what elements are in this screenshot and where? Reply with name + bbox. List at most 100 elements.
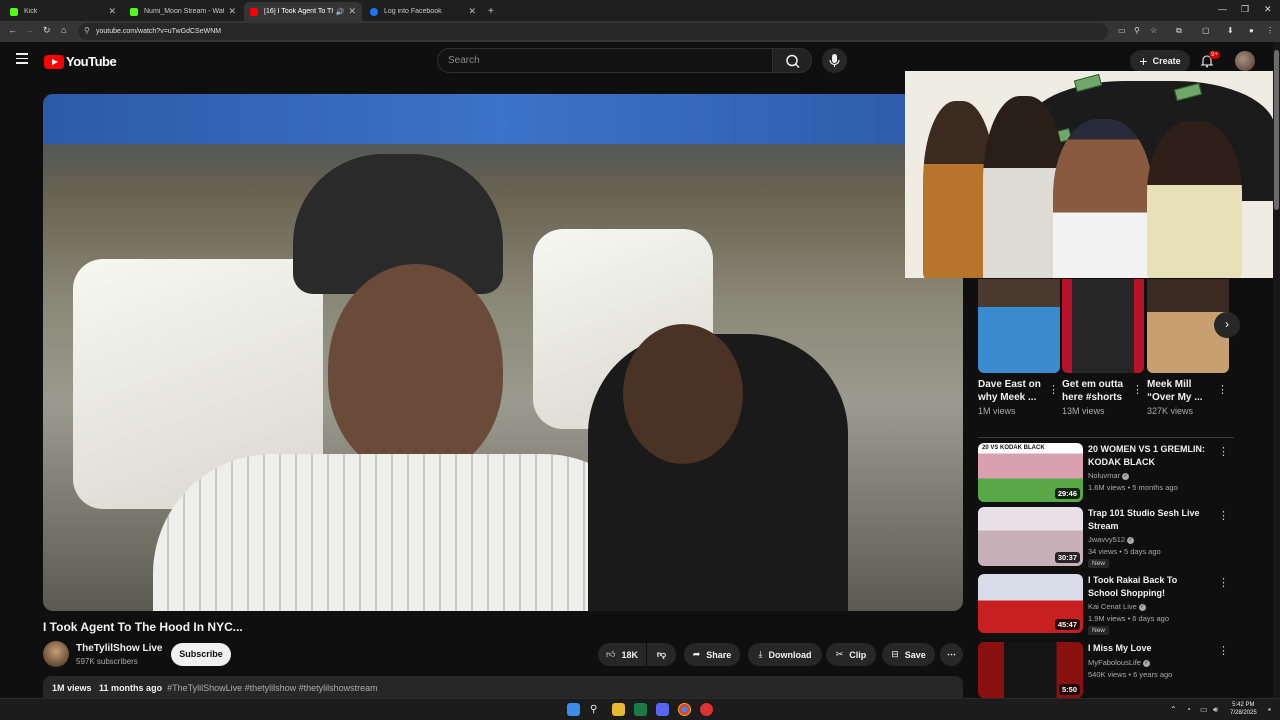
video-frame-ad-banner xyxy=(43,94,963,144)
short-thumbnail[interactable] xyxy=(1062,279,1144,373)
zoom-icon[interactable]: ⚲ xyxy=(1134,26,1140,35)
tray-app-icon[interactable]: ◔ xyxy=(1186,705,1191,714)
site-info-icon[interactable]: ⚲ xyxy=(84,26,90,35)
reload-icon[interactable]: ↻ xyxy=(43,25,51,36)
forward-icon[interactable]: → xyxy=(25,25,34,35)
more-vertical-icon[interactable]: ⋮ xyxy=(1218,509,1229,522)
youtube-logo[interactable]: YouTube xyxy=(44,54,117,69)
network-icon[interactable]: ▭ xyxy=(1200,705,1208,714)
speaker-icon[interactable]: 🔊 xyxy=(336,8,345,16)
file-explorer-icon[interactable] xyxy=(612,703,625,716)
search-button[interactable] xyxy=(772,48,812,73)
short-item[interactable]: Meek Mill “Over My ... 327K views ⋮ xyxy=(1147,279,1229,416)
chrome-icon[interactable] xyxy=(678,703,691,716)
share-button[interactable]: ➦ Share xyxy=(684,643,740,666)
home-icon[interactable]: ⌂ xyxy=(61,25,66,35)
related-video[interactable]: 5:50 I Miss My Love MyFabolousLife ✓ 540K… xyxy=(978,642,1234,698)
video-description[interactable]: 1M views 11 months ago #TheTylilShowLive… xyxy=(43,676,963,700)
more-vertical-icon[interactable]: ⋮ xyxy=(1217,383,1228,396)
extensions-icon[interactable]: ⧉ xyxy=(1176,26,1182,36)
download-button[interactable]: ⤓ Download xyxy=(748,643,822,666)
create-button[interactable]: + Create xyxy=(1130,50,1190,72)
sidebar-icon[interactable]: ▢ xyxy=(1202,26,1210,35)
related-video[interactable]: 45:47 I Took Rakai Back To School Shoppi… xyxy=(978,574,1234,635)
related-video[interactable]: 30:37 Trap 101 Studio Sesh Live Stream J… xyxy=(978,507,1234,568)
video-player[interactable] xyxy=(43,94,963,611)
related-channel[interactable]: Noluvmar ✓ xyxy=(1088,471,1130,480)
verified-check-icon: ✓ xyxy=(1122,472,1130,480)
hamburger-menu-icon[interactable] xyxy=(16,53,28,65)
discord-icon[interactable] xyxy=(656,703,669,716)
channel-avatar[interactable] xyxy=(43,641,69,667)
cast-icon[interactable]: ▭ xyxy=(1118,26,1126,35)
more-vertical-icon[interactable]: ⋮ xyxy=(1048,383,1059,396)
more-vertical-icon[interactable]: ⋮ xyxy=(1218,445,1229,458)
shorts-next-button[interactable]: › xyxy=(1214,312,1240,338)
more-vertical-icon[interactable]: ⋮ xyxy=(1132,383,1143,396)
notification-center-icon[interactable]: ▪ xyxy=(1268,705,1271,714)
facebook-favicon-icon xyxy=(370,7,378,16)
obs-app-icon[interactable] xyxy=(700,703,713,716)
url-text: youtube.com/watch?v=uTwGdCSeWNM xyxy=(96,28,222,35)
dislike-button[interactable]: 👎︎ xyxy=(647,643,676,666)
windows-start-icon[interactable] xyxy=(567,703,580,716)
related-channel[interactable]: Kai Cenat Live ✓ xyxy=(1088,602,1146,611)
short-thumbnail[interactable] xyxy=(978,279,1060,373)
related-thumbnail[interactable]: 30:37 xyxy=(978,507,1083,566)
save-button[interactable]: ⊟ Save xyxy=(882,643,935,666)
close-tab-icon[interactable]: ✕ xyxy=(108,6,116,17)
painted-figure xyxy=(1147,121,1242,278)
view-count: 1M views xyxy=(52,683,92,693)
close-tab-icon[interactable]: ✕ xyxy=(348,6,356,17)
new-tab-button[interactable]: + xyxy=(482,2,496,21)
short-item[interactable]: Dave East on why Meek ... 1M views ⋮ xyxy=(978,279,1060,416)
more-actions-button[interactable]: ⋯ xyxy=(940,643,963,666)
verified-check-icon: ✓ xyxy=(1142,659,1150,667)
maximize-icon[interactable]: ❐ xyxy=(1241,4,1249,15)
browser-menu-icon[interactable]: ⋮ xyxy=(1266,26,1274,35)
close-window-icon[interactable]: ✕ xyxy=(1264,4,1272,15)
related-channel[interactable]: MyFabolousLife ✓ xyxy=(1088,658,1150,667)
hashtags[interactable]: #TheTylilShowLive #thetylilshow #thetyli… xyxy=(167,683,378,693)
back-icon[interactable]: ← xyxy=(8,25,17,35)
subscribe-button[interactable]: Subscribe xyxy=(171,643,231,666)
close-tab-icon[interactable]: ✕ xyxy=(468,6,476,17)
voice-search-button[interactable] xyxy=(822,48,847,73)
scrollbar-thumb[interactable] xyxy=(1274,50,1279,210)
address-bar[interactable]: ⚲ youtube.com/watch?v=uTwGdCSeWNM xyxy=(78,23,1108,40)
downloads-icon[interactable]: ⬇ xyxy=(1227,26,1234,35)
related-thumbnail[interactable]: 45:47 xyxy=(978,574,1083,633)
profile-icon[interactable]: ● xyxy=(1249,26,1254,35)
streamer-figure xyxy=(1053,119,1153,278)
close-tab-icon[interactable]: ✕ xyxy=(228,6,236,17)
browser-tab-numi[interactable]: Numi_Moon Stream - Watch Li... ✕ xyxy=(124,2,242,21)
browser-tab-strip: Kick ✕ Numi_Moon Stream - Watch Li... ✕ … xyxy=(0,0,1280,21)
related-channel[interactable]: Jwavvy512 ✓ xyxy=(1088,535,1135,544)
search-icon[interactable]: ⚲ xyxy=(590,703,603,716)
youtube-favicon-icon xyxy=(250,7,258,16)
like-button[interactable]: 👍︎ 18K xyxy=(598,643,646,666)
tray-overflow-icon[interactable]: ⌃ xyxy=(1170,705,1177,714)
verified-check-icon: ✓ xyxy=(1127,536,1135,544)
related-thumbnail[interactable]: 5:50 xyxy=(978,642,1083,698)
video-frame-face xyxy=(623,324,743,464)
scissors-icon: ✂ xyxy=(835,649,844,659)
search-input[interactable]: Search xyxy=(437,48,773,73)
related-video[interactable]: 20 VS KODAK BLACK 29:46 20 WOMEN VS 1 GR… xyxy=(978,443,1234,503)
kick-favicon-icon xyxy=(10,7,18,16)
excel-icon[interactable] xyxy=(634,703,647,716)
bookmark-star-icon[interactable]: ☆ xyxy=(1150,26,1157,35)
browser-tab-youtube[interactable]: [16] I Took Agent To The H... 🔊 ✕ xyxy=(244,2,362,21)
channel-name[interactable]: TheTylilShow Live xyxy=(76,643,163,654)
more-vertical-icon[interactable]: ⋮ xyxy=(1218,644,1229,657)
minimize-icon[interactable]: — xyxy=(1218,4,1227,14)
browser-tab-kick[interactable]: Kick ✕ xyxy=(4,2,122,21)
short-item[interactable]: Get em outta here #shorts 13M views ⋮ xyxy=(1062,279,1144,416)
browser-tab-facebook[interactable]: Log into Facebook ✕ xyxy=(364,2,482,21)
related-thumbnail[interactable]: 20 VS KODAK BLACK 29:46 xyxy=(978,443,1083,502)
account-avatar[interactable] xyxy=(1235,51,1255,71)
volume-icon[interactable]: 🔊︎ xyxy=(1213,705,1218,715)
system-clock[interactable]: 5:42 PM 7/28/2025 xyxy=(1230,701,1257,717)
more-vertical-icon[interactable]: ⋮ xyxy=(1218,576,1229,589)
clip-button[interactable]: ✂ Clip xyxy=(826,643,876,666)
